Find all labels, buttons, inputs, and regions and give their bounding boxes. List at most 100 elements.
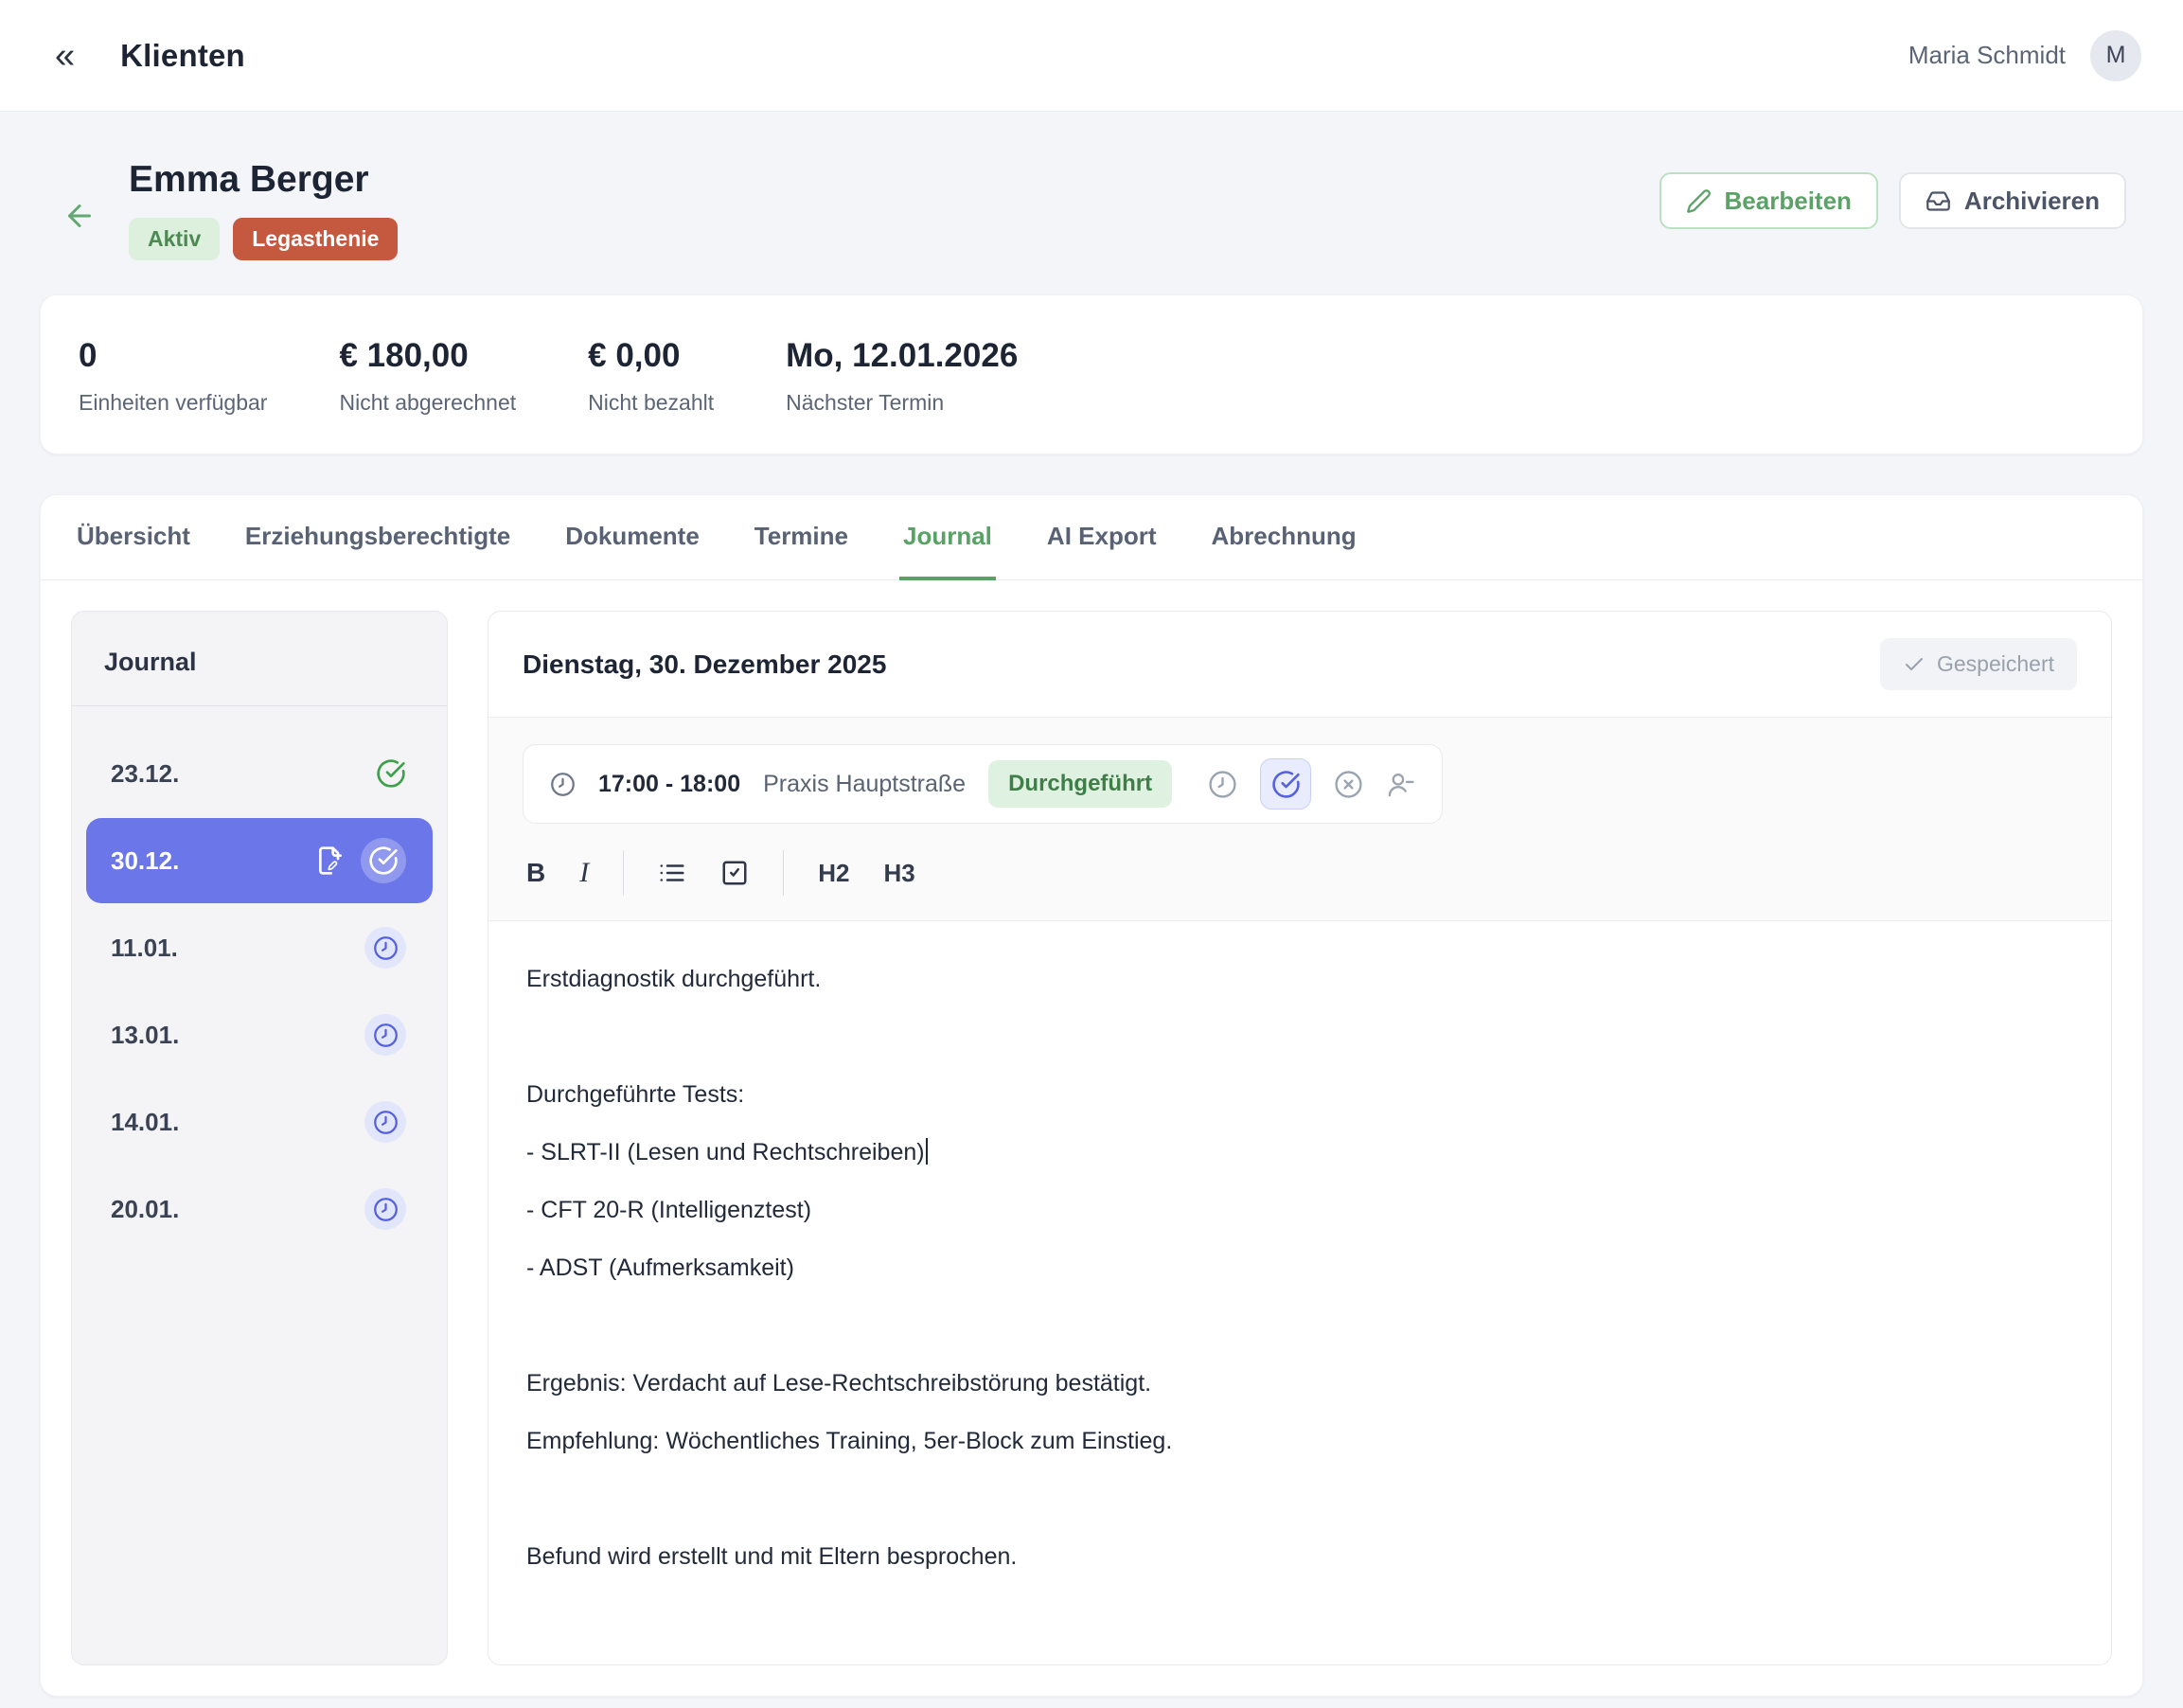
archive-icon xyxy=(1926,188,1951,214)
editor-paragraph xyxy=(526,1483,2073,1516)
journal-entry-list: 23.12. 30.12. xyxy=(72,706,447,1278)
editor-toolbar: B I H2 H3 xyxy=(488,824,2111,921)
tab-erziehungsberechtigte[interactable]: Erziehungsberechtigte xyxy=(241,495,514,580)
editor-paragraph-text: - SLRT-II (Lesen und Rechtschreiben) xyxy=(526,1139,925,1165)
entry-date: 11.01. xyxy=(111,934,178,963)
set-pending-icon[interactable] xyxy=(1208,770,1237,799)
clock-icon xyxy=(550,772,576,797)
italic-button[interactable]: I xyxy=(579,859,589,887)
entry-header: Dienstag, 30. Dezember 2025 Gespeichert xyxy=(488,612,2111,718)
journal-sidebar-title: Journal xyxy=(104,648,197,676)
bullet-list-icon[interactable] xyxy=(658,859,686,887)
stat-units: 0 Einheiten verfügbar xyxy=(79,337,267,416)
stat-label: Einheiten verfügbar xyxy=(79,390,267,416)
stat-next-appointment: Mo, 12.01.2026 Nächster Termin xyxy=(786,337,1018,416)
entry-date: 30.12. xyxy=(111,846,179,876)
editor-paragraph: Befund wird erstellt und mit Eltern besp… xyxy=(526,1540,2073,1574)
checklist-icon[interactable] xyxy=(720,859,749,887)
client-header: Emma Berger Aktiv Legasthenie Bearbeiten… xyxy=(0,112,2183,294)
status-badge: Aktiv xyxy=(129,218,220,260)
journal-sidebar-header: Journal xyxy=(72,612,447,706)
h3-button[interactable]: H3 xyxy=(883,859,914,888)
content-wrapper: Übersicht Erziehungsberechtigte Dokument… xyxy=(40,494,2143,1697)
check-icon xyxy=(1903,653,1926,676)
appointment-section: 17:00 - 18:00 Praxis Hauptstraße Durchge… xyxy=(488,718,2111,824)
h2-button[interactable]: H2 xyxy=(818,859,849,888)
clock-icon xyxy=(364,1014,406,1056)
archive-button-label: Archivieren xyxy=(1964,187,2100,216)
avatar[interactable]: M xyxy=(2090,30,2141,81)
stat-label: Nicht bezahlt xyxy=(588,390,714,416)
stats-card: 0 Einheiten verfügbar € 180,00 Nicht abg… xyxy=(40,294,2143,454)
entry-date: 20.01. xyxy=(111,1195,179,1224)
set-cancelled-icon[interactable] xyxy=(1334,770,1363,799)
journal-entry-20-01[interactable]: 20.01. xyxy=(86,1166,433,1252)
pencil-icon xyxy=(1686,188,1712,214)
file-pen-icon xyxy=(315,845,346,876)
clock-icon xyxy=(364,1188,406,1230)
entry-date: 23.12. xyxy=(111,759,179,789)
journal-sidebar: Journal 23.12. 30.12. xyxy=(71,611,448,1665)
back-arrow-icon[interactable] xyxy=(62,199,97,260)
user-name: Maria Schmidt xyxy=(1908,41,2066,70)
clock-icon xyxy=(364,927,406,969)
toolbar-divider xyxy=(623,850,624,896)
editor-paragraph: Ergebnis: Verdacht auf Lese-Rechtschreib… xyxy=(526,1367,2073,1400)
stat-value: € 0,00 xyxy=(588,337,714,375)
diagnosis-badge: Legasthenie xyxy=(233,218,398,260)
journal-entry-23-12[interactable]: 23.12. xyxy=(86,731,433,816)
journal-entry-11-01[interactable]: 11.01. xyxy=(86,905,433,990)
set-done-icon[interactable] xyxy=(1260,758,1311,810)
tab-uebersicht[interactable]: Übersicht xyxy=(73,495,194,580)
edit-button[interactable]: Bearbeiten xyxy=(1659,172,1878,229)
editor-paragraph-with-caret: - SLRT-II (Lesen und Rechtschreiben) xyxy=(526,1136,2073,1169)
stat-value: 0 xyxy=(79,337,267,375)
editor-paragraph xyxy=(526,1309,2073,1343)
stat-unbilled: € 180,00 Nicht abgerechnet xyxy=(339,337,516,416)
journal-entry-14-01[interactable]: 14.01. xyxy=(86,1079,433,1165)
client-name: Emma Berger xyxy=(129,159,398,201)
toolbar-divider xyxy=(783,850,784,896)
editor-paragraph: - ADST (Aufmerksamkeit) xyxy=(526,1252,2073,1285)
editor-paragraph: Durchgeführte Tests: xyxy=(526,1078,2073,1112)
sidebar-collapse-icon[interactable]: « xyxy=(55,38,75,74)
top-bar: « Klienten Maria Schmidt M xyxy=(0,0,2183,112)
avatar-initial: M xyxy=(2106,42,2126,69)
journal-text-editor[interactable]: Erstdiagnostik durchgeführt. Durchgeführ… xyxy=(488,921,2111,1664)
journal-entry-30-12[interactable]: 30.12. xyxy=(86,818,433,903)
check-circle-icon xyxy=(361,838,406,883)
bold-button[interactable]: B xyxy=(526,860,545,886)
tab-journal[interactable]: Journal xyxy=(899,495,996,580)
appointment-time: 17:00 - 18:00 xyxy=(598,771,740,798)
editor-paragraph: Empfehlung: Wöchentliches Training, 5er-… xyxy=(526,1425,2073,1458)
appointment-location: Praxis Hauptstraße xyxy=(763,771,966,798)
stat-unpaid: € 0,00 Nicht bezahlt xyxy=(588,337,714,416)
tab-bar: Übersicht Erziehungsberechtigte Dokument… xyxy=(41,495,2142,580)
saved-status-label: Gespeichert xyxy=(1937,651,2054,677)
tab-ai-export[interactable]: AI Export xyxy=(1043,495,1161,580)
stat-value: Mo, 12.01.2026 xyxy=(786,337,1018,375)
appointment-chip: 17:00 - 18:00 Praxis Hauptstraße Durchge… xyxy=(523,744,1443,824)
saved-status-badge: Gespeichert xyxy=(1880,638,2077,690)
journal-entry-13-01[interactable]: 13.01. xyxy=(86,992,433,1077)
journal-entry-panel: Dienstag, 30. Dezember 2025 Gespeichert … xyxy=(488,611,2112,1665)
editor-paragraph xyxy=(526,1021,2073,1054)
page-title: Klienten xyxy=(120,38,245,74)
appointment-status-badge: Durchgeführt xyxy=(988,760,1172,808)
stat-value: € 180,00 xyxy=(339,337,516,375)
tab-abrechnung[interactable]: Abrechnung xyxy=(1208,495,1360,580)
stat-label: Nächster Termin xyxy=(786,390,1018,416)
tab-dokumente[interactable]: Dokumente xyxy=(561,495,703,580)
clock-icon xyxy=(364,1101,406,1143)
edit-button-label: Bearbeiten xyxy=(1725,187,1852,216)
entry-date-title: Dienstag, 30. Dezember 2025 xyxy=(523,649,886,680)
entry-date: 14.01. xyxy=(111,1108,179,1137)
tab-termine[interactable]: Termine xyxy=(751,495,852,580)
stat-label: Nicht abgerechnet xyxy=(339,390,516,416)
editor-paragraph: Erstdiagnostik durchgeführt. xyxy=(526,963,2073,996)
text-cursor xyxy=(926,1138,928,1165)
check-circle-icon xyxy=(376,758,406,789)
set-no-show-icon[interactable] xyxy=(1386,770,1415,799)
archive-button[interactable]: Archivieren xyxy=(1899,172,2126,229)
editor-paragraph: - CFT 20-R (Intelligenztest) xyxy=(526,1194,2073,1227)
